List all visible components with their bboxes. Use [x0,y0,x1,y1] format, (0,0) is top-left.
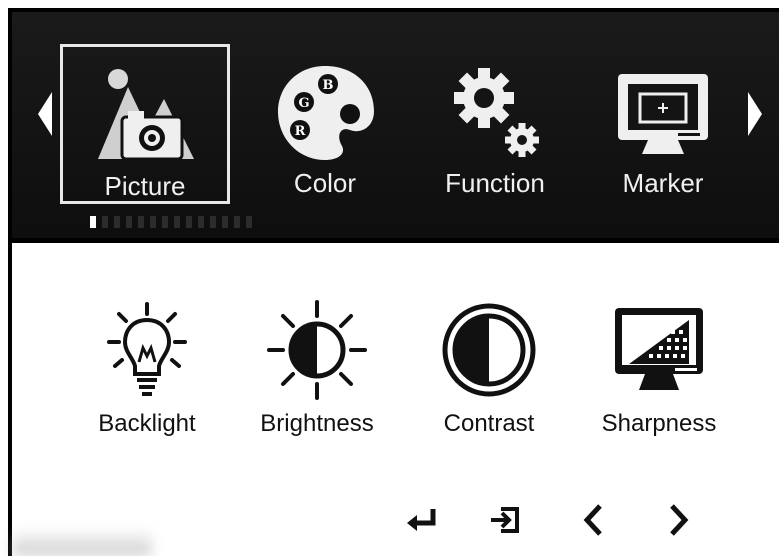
tab-label: Color [293,168,357,198]
osd-menu-window: Picture B G R Color Function Marker Back… [0,0,779,556]
page-dot [162,216,168,228]
page-dot [90,216,96,228]
chevron-right-icon [666,503,690,542]
page-dot [222,216,228,228]
exit-button[interactable] [484,500,528,544]
enter-button[interactable] [400,500,444,544]
chevron-left-icon [582,503,606,542]
left-button[interactable] [572,500,616,544]
tab-marker[interactable]: Marker [578,44,748,204]
scroll-left-arrow-icon[interactable] [38,92,52,136]
palette-letter-b: B [323,78,334,93]
tab-label: Picture [104,171,186,201]
item-contrast[interactable]: Contrast [414,300,564,450]
item-sharpness[interactable]: Sharpness [584,300,734,450]
scroll-right-arrow-icon[interactable] [748,92,762,136]
tab-color[interactable]: B G R Color [240,44,410,204]
bottom-shadow [12,528,152,556]
sun-icon [242,300,392,400]
tab-function[interactable]: Function [410,44,580,204]
page-dot [246,216,252,228]
tab-picture[interactable]: Picture [60,44,230,204]
monitor-marker-icon [578,56,748,166]
palette-icon: B G R [240,56,410,166]
page-dot [186,216,192,228]
page-dot [102,216,108,228]
page-dot [198,216,204,228]
enter-icon [405,505,439,540]
palette-letter-r: R [295,124,306,139]
item-brightness[interactable]: Brightness [242,300,392,450]
page-dot [126,216,132,228]
sharpness-monitor-icon [584,300,734,400]
item-label: Brightness [260,410,374,437]
page-dot [138,216,144,228]
picture-icon [63,59,227,169]
tab-label: Function [445,168,545,198]
item-backlight[interactable]: Backlight [72,300,222,450]
palette-letter-g: G [298,96,309,111]
page-dot [210,216,216,228]
contrast-icon [414,300,564,400]
gears-icon [410,56,580,166]
page-dot [150,216,156,228]
item-label: Contrast [443,410,535,437]
right-button[interactable] [656,500,700,544]
page-dot [234,216,240,228]
page-indicator [90,216,252,228]
page-dot [114,216,120,228]
bulb-icon [72,300,222,400]
divider [12,238,779,243]
tab-label: Marker [622,168,704,198]
page-dot [174,216,180,228]
exit-icon [489,503,523,542]
item-label: Sharpness [601,410,717,437]
item-label: Backlight [98,410,196,437]
